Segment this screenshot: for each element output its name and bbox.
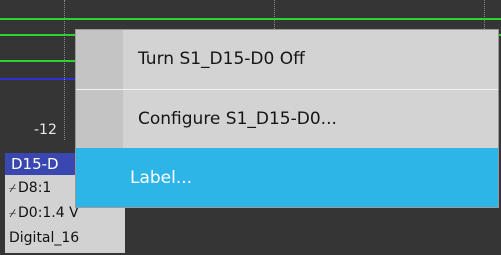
- context-menu: Turn S1_D15-D0 Off Configure S1_D15-D0..…: [75, 29, 499, 208]
- rising-edge-icon: ⌿: [9, 181, 17, 195]
- menu-item-label: Label...: [130, 168, 193, 188]
- grid-line: [484, 0, 486, 29]
- menu-item-label: Turn S1_D15-D0 Off: [138, 49, 305, 69]
- badge-line: ⌿ D0:1.4 V: [9, 202, 79, 224]
- badge-line-text: Digital_16: [9, 230, 80, 246]
- badge-line: ⌿ D8:1: [9, 177, 51, 199]
- badge-line-text: D8:1: [18, 180, 52, 196]
- digital-trace: [0, 18, 501, 20]
- grid-line: [64, 0, 66, 140]
- menu-item-turn-off[interactable]: Turn S1_D15-D0 Off: [76, 30, 498, 89]
- rising-edge-icon: ⌿: [9, 206, 17, 220]
- menu-item-label-edit[interactable]: Label...: [76, 148, 498, 207]
- badge-line: Digital_16: [9, 227, 79, 249]
- grid-line: [274, 0, 276, 29]
- menu-item-label: Configure S1_D15-D0...: [138, 109, 337, 129]
- badge-line-text: D0:1.4 V: [18, 205, 79, 221]
- axis-value-label: -12: [34, 122, 57, 138]
- menu-item-configure[interactable]: Configure S1_D15-D0...: [76, 89, 498, 148]
